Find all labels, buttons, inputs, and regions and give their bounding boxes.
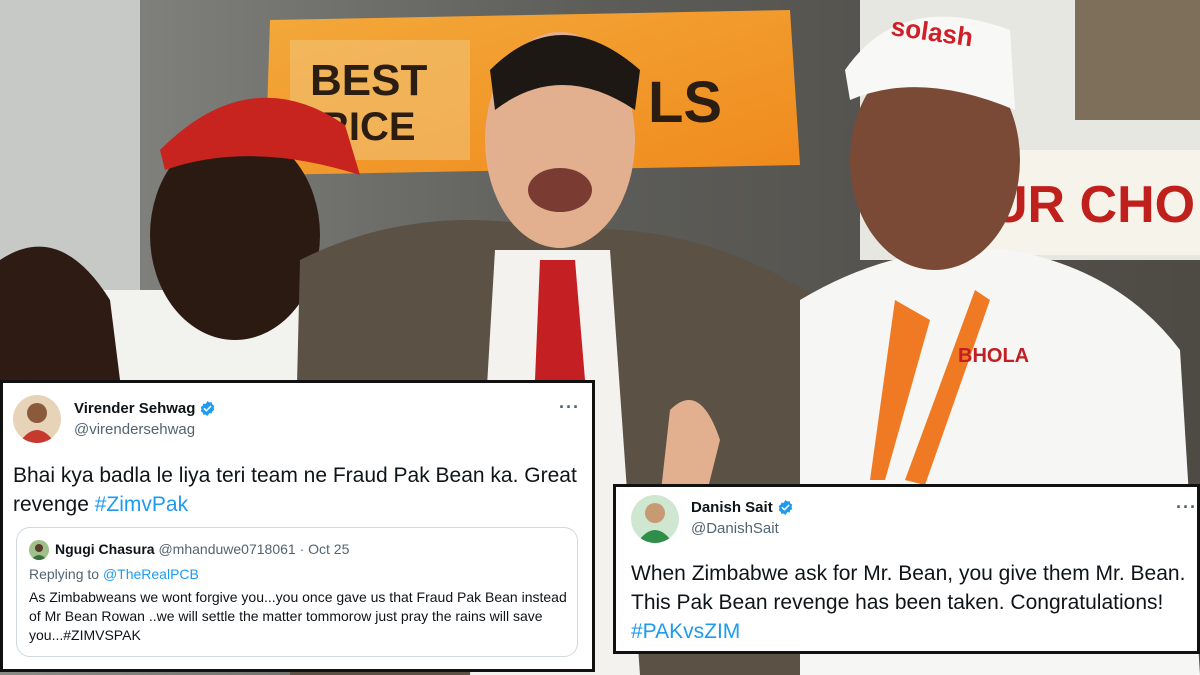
hashtag-link[interactable]: #ZimvPak — [95, 493, 188, 516]
avatar[interactable] — [631, 495, 679, 543]
quoted-author-handle[interactable]: @mhanduwe0718061 — [158, 541, 295, 557]
tweet-text: Bhai kya badla le liya teri team ne Frau… — [13, 461, 583, 519]
banner-text: UR CHO — [990, 176, 1195, 234]
more-options-icon[interactable]: ··· — [559, 397, 580, 418]
tweet-text-main: When Zimbabwe ask for Mr. Bean, you give… — [631, 562, 1186, 614]
avatar[interactable] — [13, 395, 61, 443]
verified-badge-icon — [201, 401, 215, 416]
author-name-text[interactable]: Virender Sehwag — [74, 400, 195, 417]
doorway — [1075, 0, 1200, 120]
replying-to-link[interactable]: @TheRealPCB — [103, 566, 199, 582]
replying-prefix: Replying to — [29, 566, 103, 582]
tweet-card-sehwag[interactable]: Virender Sehwag @virendersehwag ··· Bhai… — [0, 380, 595, 672]
verified-badge-icon — [778, 500, 792, 515]
author-handle[interactable]: @virendersehwag — [74, 421, 195, 438]
replying-to: Replying to @TheRealPCB — [29, 566, 199, 582]
shirt-brand: BHOLA — [958, 345, 1029, 367]
quoted-header: Ngugi Chasura @mhanduwe0718061 · Oct 25 — [55, 541, 349, 557]
author-name[interactable]: Virender Sehwag — [74, 400, 216, 417]
avatar-image — [631, 495, 679, 543]
author-handle[interactable]: @DanishSait — [691, 520, 779, 537]
quoted-date[interactable]: · Oct 25 — [300, 541, 350, 557]
tweet-card-danish-sait[interactable]: Danish Sait @DanishSait ··· When Zimbabw… — [613, 484, 1200, 654]
quoted-avatar[interactable] — [29, 540, 49, 560]
quoted-author-name[interactable]: Ngugi Chasura — [55, 541, 155, 557]
quoted-text: As Zimbabweans we wont forgive you...you… — [29, 589, 567, 643]
quoted-tweet[interactable]: Ngugi Chasura @mhanduwe0718061 · Oct 25 … — [16, 527, 578, 657]
author-name[interactable]: Danish Sait — [691, 499, 794, 516]
author-name-text[interactable]: Danish Sait — [691, 499, 773, 516]
avatar-image — [13, 395, 61, 443]
tweet-text: When Zimbabwe ask for Mr. Bean, you give… — [631, 559, 1191, 646]
more-options-icon[interactable]: ··· — [1176, 497, 1197, 518]
sign-text-ls: LS — [648, 70, 722, 135]
quoted-avatar-image — [29, 540, 49, 560]
sign-text-best: BEST — [310, 56, 427, 105]
hashtag-link[interactable]: #PAKvsZIM — [631, 620, 740, 643]
